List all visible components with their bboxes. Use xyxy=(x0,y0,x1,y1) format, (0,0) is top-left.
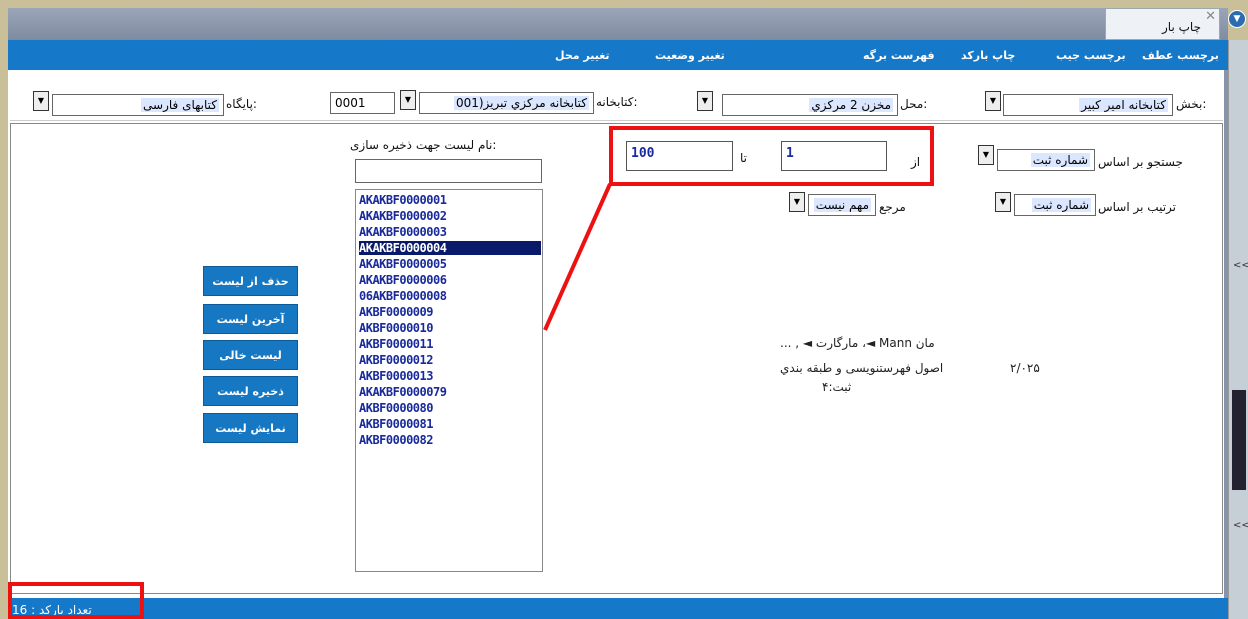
list-item-selected[interactable]: AKAKBF0000004 xyxy=(359,241,541,255)
list-item[interactable]: AKAKBF0000006 xyxy=(359,273,447,287)
list-item[interactable]: AKBF0000081 xyxy=(359,417,433,431)
list-item[interactable]: 06AKBF0000008 xyxy=(359,289,447,303)
barcode-listbox[interactable]: AKAKBF0000001 AKAKBF0000002 AKAKBF000000… xyxy=(355,189,543,572)
list-item[interactable]: AKAKBF0000002 xyxy=(359,209,447,223)
list-item[interactable]: AKBF0000011 xyxy=(359,337,433,351)
status-bar xyxy=(8,598,1228,619)
annotation-line xyxy=(543,183,612,331)
save-list-name-label: نام لیست جهت ذخیره سازی: xyxy=(350,138,497,152)
empty-list-button[interactable]: لیست خالی xyxy=(203,340,298,370)
list-item[interactable]: AKBF0000013 xyxy=(359,369,433,383)
record-call-number: ۲/۰۲۵ xyxy=(1010,361,1040,375)
record-registration: ثبت:۴ xyxy=(822,380,852,394)
list-item[interactable]: AKAKBF0000003 xyxy=(359,225,447,239)
save-list-name-input[interactable] xyxy=(355,159,542,183)
record-author: مان Mann ◄، مارگارت ◄ , ... xyxy=(780,336,935,350)
list-item[interactable]: AKBF0000082 xyxy=(359,433,433,447)
list-item[interactable]: AKAKBF0000079 xyxy=(359,385,447,399)
record-title: اصول فهرستنویسی و طبقه بندي xyxy=(780,361,944,375)
list-item[interactable]: AKAKBF0000005 xyxy=(359,257,447,271)
list-item[interactable]: AKBF0000080 xyxy=(359,401,433,415)
last-list-button[interactable]: آخرین لیست xyxy=(203,304,298,334)
save-list-button[interactable]: ذخیره لیست xyxy=(203,376,298,406)
list-item[interactable]: AKAKBF0000001 xyxy=(359,193,447,207)
list-item[interactable]: AKBF0000012 xyxy=(359,353,433,367)
highlight-box xyxy=(8,582,144,619)
list-item[interactable]: AKBF0000009 xyxy=(359,305,433,319)
list-item[interactable]: AKBF0000010 xyxy=(359,321,433,335)
remove-from-list-button[interactable]: حذف از لیست xyxy=(203,266,298,296)
show-list-button[interactable]: نمایش لیست xyxy=(203,413,298,443)
